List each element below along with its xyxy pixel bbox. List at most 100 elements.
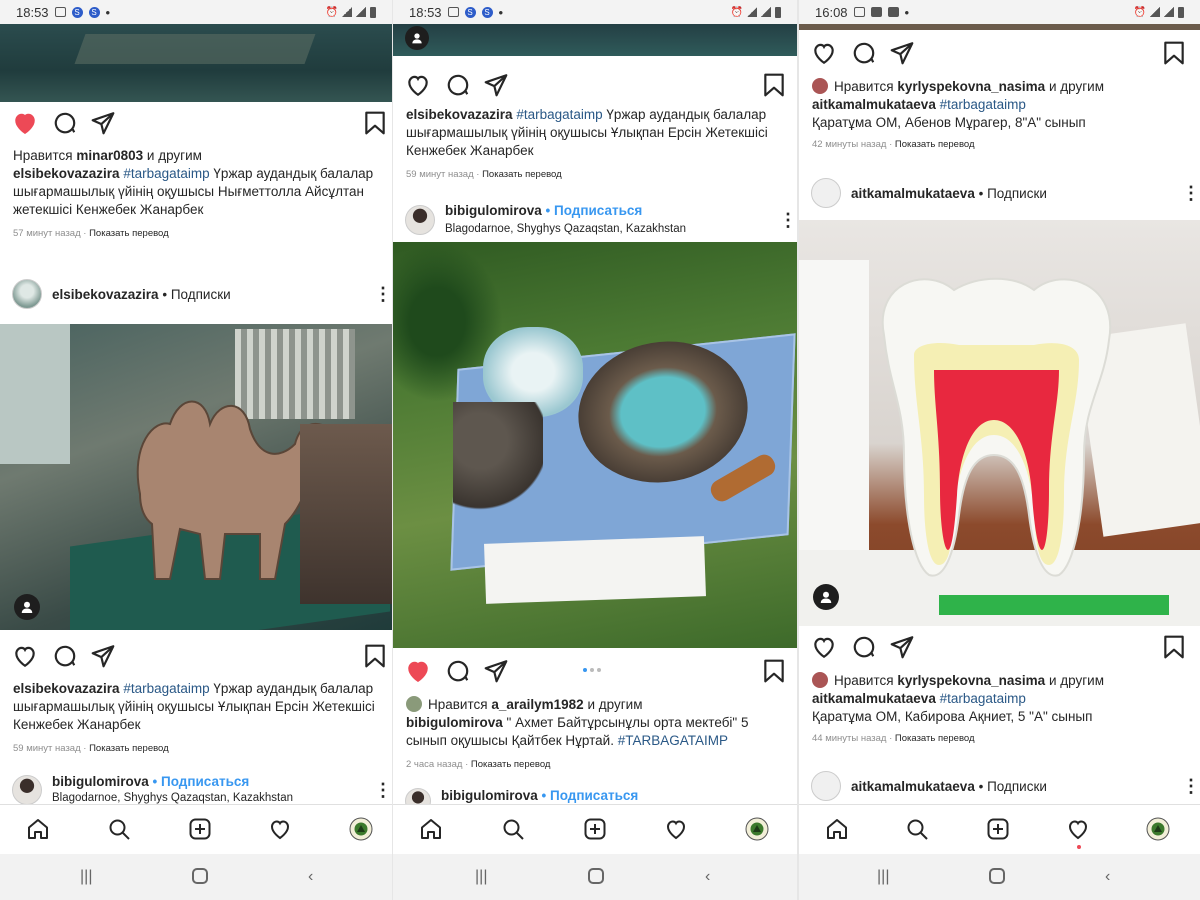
- nav-add[interactable]: [986, 817, 1012, 843]
- share-button[interactable]: [90, 643, 118, 671]
- share-button[interactable]: [889, 40, 917, 68]
- author-link[interactable]: bibigulomirova: [445, 203, 542, 218]
- recent-apps-button[interactable]: |||: [475, 868, 487, 886]
- nav-profile[interactable]: [1146, 817, 1172, 843]
- more-options-button[interactable]: ⋮: [779, 211, 797, 229]
- post-photo[interactable]: [393, 24, 797, 56]
- translate-link[interactable]: Показать перевод: [482, 169, 562, 180]
- save-button[interactable]: [1161, 40, 1189, 68]
- translate-link[interactable]: Показать перевод: [89, 228, 169, 239]
- comment-button[interactable]: [52, 110, 80, 138]
- more-options-button[interactable]: ⋮: [1182, 184, 1200, 202]
- liked-by-user-link[interactable]: kyrlyspekovna_nasima: [897, 673, 1045, 688]
- share-button[interactable]: [90, 110, 118, 138]
- avatar[interactable]: [811, 178, 841, 208]
- recent-apps-button[interactable]: |||: [80, 868, 92, 886]
- avatar[interactable]: [405, 205, 435, 235]
- author-link[interactable]: bibigulomirova: [52, 774, 149, 789]
- hashtag-link[interactable]: #tarbagataimp: [516, 107, 602, 122]
- hashtag-link[interactable]: #tarbagataimp: [123, 681, 209, 696]
- author-link[interactable]: elsibekovazazira: [13, 166, 120, 181]
- like-button[interactable]: [12, 643, 40, 671]
- author-link[interactable]: aitkamalmukataeva: [812, 97, 936, 112]
- translate-link[interactable]: Показать перевод: [89, 743, 169, 754]
- liked-by-user-link[interactable]: a_arailym1982: [491, 697, 583, 712]
- save-button[interactable]: [761, 658, 789, 686]
- nav-activity[interactable]: [1066, 817, 1092, 849]
- nav-search[interactable]: [501, 817, 527, 843]
- follow-button[interactable]: • Подписаться: [542, 788, 639, 803]
- more-options-button[interactable]: ⋮: [374, 781, 392, 799]
- post-photo[interactable]: [0, 24, 392, 102]
- avatar[interactable]: [12, 279, 42, 309]
- more-options-button[interactable]: ⋮: [374, 285, 392, 303]
- author-link[interactable]: aitkamalmukataeva: [851, 779, 975, 794]
- author-link[interactable]: bibigulomirova: [441, 788, 538, 803]
- back-button[interactable]: ‹: [1105, 868, 1110, 886]
- comment-button[interactable]: [52, 643, 80, 671]
- comment-button[interactable]: [851, 40, 879, 68]
- nav-home[interactable]: [419, 817, 445, 843]
- save-button[interactable]: [761, 72, 789, 100]
- share-button[interactable]: [889, 634, 917, 662]
- comment-button[interactable]: [445, 72, 473, 100]
- home-system-button[interactable]: [989, 868, 1005, 884]
- nav-activity[interactable]: [268, 817, 294, 843]
- post-photo[interactable]: [799, 24, 1200, 30]
- back-button[interactable]: ‹: [308, 868, 313, 886]
- tagged-people-button[interactable]: [14, 594, 40, 620]
- post-photo[interactable]: [799, 220, 1200, 626]
- avatar[interactable]: [811, 771, 841, 801]
- hashtag-link[interactable]: #tarbagataimp: [123, 166, 209, 181]
- follow-button[interactable]: • Подписаться: [153, 774, 250, 789]
- author-link[interactable]: aitkamalmukataeva: [851, 186, 975, 201]
- author-link[interactable]: elsibekovazazira: [13, 681, 120, 696]
- hashtag-link[interactable]: #TARBAGATAIMP: [618, 733, 728, 748]
- like-button[interactable]: [811, 634, 839, 662]
- comment-button[interactable]: [445, 658, 473, 686]
- follow-button[interactable]: • Подписаться: [546, 203, 643, 218]
- nav-home[interactable]: [825, 817, 851, 843]
- translate-link[interactable]: Показать перевод: [895, 139, 975, 150]
- home-system-button[interactable]: [588, 868, 604, 884]
- nav-search[interactable]: [905, 817, 931, 843]
- save-button[interactable]: [362, 643, 390, 671]
- translate-link[interactable]: Показать перевод: [471, 759, 551, 770]
- back-button[interactable]: ‹: [705, 868, 710, 886]
- author-link[interactable]: elsibekovazazira: [406, 107, 513, 122]
- hashtag-link[interactable]: #tarbagataimp: [940, 691, 1026, 706]
- like-button[interactable]: [811, 40, 839, 68]
- tagged-people-button[interactable]: [813, 584, 839, 610]
- nav-activity[interactable]: [664, 817, 690, 843]
- translate-link[interactable]: Показать перевод: [895, 733, 975, 744]
- like-button[interactable]: [405, 72, 433, 100]
- save-button[interactable]: [1161, 634, 1189, 662]
- author-link[interactable]: elsibekovazazira: [52, 287, 159, 302]
- liked-by-user-link[interactable]: minar0803: [76, 148, 143, 163]
- like-button[interactable]: [405, 658, 433, 686]
- comment-button[interactable]: [851, 634, 879, 662]
- more-options-button[interactable]: ⋮: [1182, 777, 1200, 795]
- nav-home[interactable]: [26, 817, 52, 843]
- share-button[interactable]: [483, 658, 511, 686]
- liked-by-user-link[interactable]: kyrlyspekovna_nasima: [897, 79, 1045, 94]
- nav-add[interactable]: [188, 817, 214, 843]
- post-photo[interactable]: [393, 242, 797, 648]
- post-meta: elsibekovazazira #tarbagataimp Үржар ауд…: [406, 106, 787, 184]
- like-button[interactable]: [12, 110, 40, 138]
- nav-add[interactable]: [583, 817, 609, 843]
- nav-profile[interactable]: [349, 817, 375, 843]
- avatar[interactable]: [12, 775, 42, 805]
- location-link[interactable]: Blagodarnoe, Shyghys Qazaqstan, Kazakhst…: [445, 220, 686, 238]
- tagged-people-button[interactable]: [405, 26, 429, 50]
- hashtag-link[interactable]: #tarbagataimp: [940, 97, 1026, 112]
- author-link[interactable]: bibigulomirova: [406, 715, 503, 730]
- post-photo[interactable]: [0, 324, 392, 630]
- home-system-button[interactable]: [192, 868, 208, 884]
- author-link[interactable]: aitkamalmukataeva: [812, 691, 936, 706]
- recent-apps-button[interactable]: |||: [877, 868, 889, 886]
- nav-profile[interactable]: [745, 817, 771, 843]
- share-button[interactable]: [483, 72, 511, 100]
- save-button[interactable]: [362, 110, 390, 138]
- nav-search[interactable]: [107, 817, 133, 843]
